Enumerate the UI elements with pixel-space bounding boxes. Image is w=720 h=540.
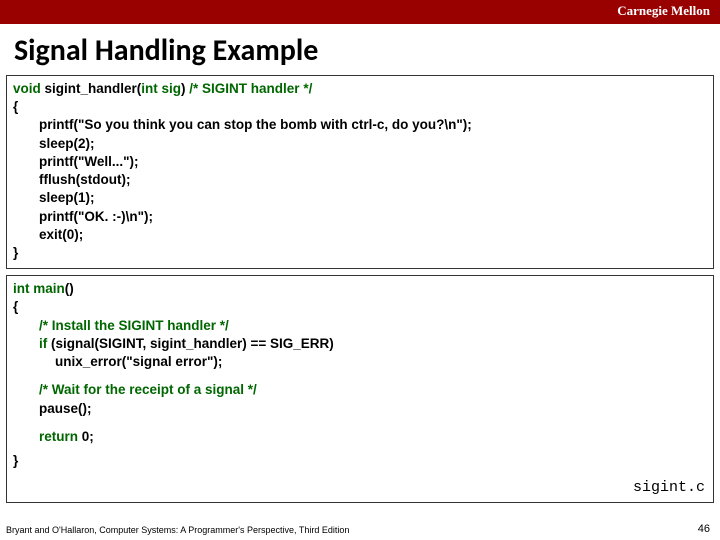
comment: /* SIGINT handler */ [189,81,312,96]
code-line: printf("Well..."); [13,153,707,171]
code-line: void sigint_handler(int sig) /* SIGINT h… [13,80,707,98]
code-line: printf("OK. :-)\n"); [13,208,707,226]
code-block-main: int main() { /* Install the SIGINT handl… [6,275,714,503]
keyword-return: return [39,429,78,444]
code-line: unix_error("signal error"); [13,353,707,371]
brace-close: } [13,244,707,262]
comment: /* Wait for the receipt of a signal */ [13,381,707,399]
code-block-handler: void sigint_handler(int sig) /* SIGINT h… [6,75,714,269]
brace-open: { [13,98,707,116]
return-val: 0; [78,429,94,444]
page-number: 46 [698,523,710,535]
header-bar: Carnegie Mellon [0,0,720,24]
keyword-int: int [13,281,30,296]
fn-name: sigint_handler( [41,81,142,96]
comment: /* Install the SIGINT handler */ [13,317,707,335]
brace-close: } [13,452,707,470]
keyword-if: if [39,336,47,351]
keyword-void: void [13,81,41,96]
brace-open: { [13,298,707,316]
slide-title: Signal Handling Example [0,24,720,75]
code-line: if (signal(SIGINT, sigint_handler) == SI… [13,335,707,353]
code-line: sleep(2); [13,135,707,153]
if-cond: (signal(SIGINT, sigint_handler) == SIG_E… [47,336,334,351]
param: sig [158,81,181,96]
footer-citation: Bryant and O'Hallaron, Computer Systems:… [6,525,349,535]
blank-line [13,371,707,381]
code-line: fflush(stdout); [13,171,707,189]
code-line: pause(); [13,400,707,418]
fn-main: main [30,281,65,296]
university-label: Carnegie Mellon [617,3,710,19]
source-filename: sigint.c [633,478,705,498]
code-line: sleep(1); [13,189,707,207]
code-line: return 0; [13,428,707,446]
paren: () [65,281,74,296]
keyword-int: int [141,81,158,96]
code-line: exit(0); [13,226,707,244]
blank-line [13,418,707,428]
code-line: int main() [13,280,707,298]
code-line: printf("So you think you can stop the bo… [13,116,707,134]
